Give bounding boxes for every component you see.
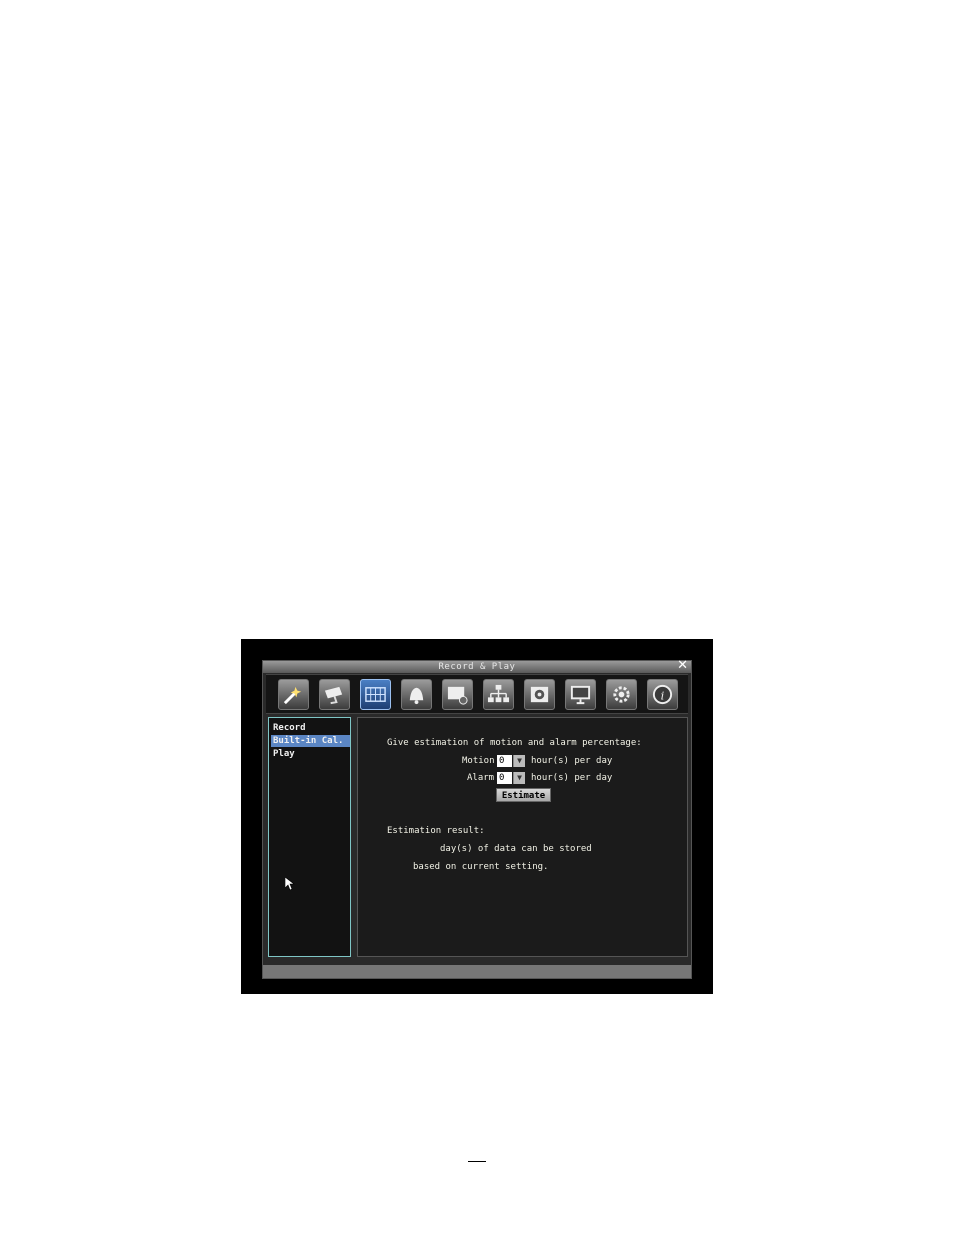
monitor-icon xyxy=(570,685,591,705)
title-bar: Record & Play ✕ xyxy=(263,659,691,673)
camera-button[interactable] xyxy=(319,679,350,710)
motion-hours-value: 0 xyxy=(497,755,512,767)
system-settings-button[interactable] xyxy=(606,679,637,710)
estimation-result-heading: Estimation result: xyxy=(387,826,485,836)
schedule-button[interactable] xyxy=(442,679,473,710)
chevron-down-icon[interactable]: ▼ xyxy=(513,772,525,784)
mouse-cursor-icon xyxy=(285,877,295,891)
sidebar-item-play[interactable]: Play xyxy=(271,748,350,760)
monitor-button[interactable] xyxy=(565,679,596,710)
storage-button[interactable] xyxy=(524,679,555,710)
quick-setup-button[interactable] xyxy=(278,679,309,710)
alarm-button[interactable] xyxy=(401,679,432,710)
network-icon xyxy=(487,684,510,703)
system-settings-icon xyxy=(613,686,630,703)
schedule-icon xyxy=(447,686,468,705)
status-bar xyxy=(263,965,691,978)
camera-icon xyxy=(324,686,343,705)
estimate-button[interactable]: Estimate xyxy=(496,788,551,802)
main-toolbar: i xyxy=(266,674,688,714)
record-play-window: Record & Play ✕ i Record Built-in Cal. P… xyxy=(262,659,692,979)
estimation-prompt: Give estimation of motion and alarm perc… xyxy=(387,738,642,748)
motion-label: Motion xyxy=(462,756,495,766)
storage-icon xyxy=(530,686,549,703)
record-play-icon xyxy=(365,687,386,702)
alarm-bell-icon xyxy=(409,687,424,705)
dvr-screen: Record & Play ✕ i Record Built-in Cal. P… xyxy=(241,639,713,994)
chevron-down-icon[interactable]: ▼ xyxy=(513,755,525,767)
alarm-hours-value: 0 xyxy=(497,772,512,784)
record-play-button[interactable] xyxy=(360,679,391,710)
info-icon: i xyxy=(652,684,673,705)
alarm-hours-select[interactable]: 0 ▼ xyxy=(497,772,525,784)
estimation-result-line2: based on current setting. xyxy=(413,862,549,872)
sidebar-menu: Record Built-in Cal. Play xyxy=(268,717,351,957)
motion-unit-text: hour(s) per day xyxy=(531,756,613,766)
page-number-underline xyxy=(468,1151,486,1162)
built-in-calculator-panel: Give estimation of motion and alarm perc… xyxy=(357,717,688,957)
estimation-result-line1: day(s) of data can be stored xyxy=(440,844,592,854)
alarm-label: Alarm xyxy=(467,773,495,783)
alarm-unit-text: hour(s) per day xyxy=(531,773,613,783)
window-title: Record & Play xyxy=(438,662,516,672)
quick-setup-icon xyxy=(283,686,302,705)
close-button[interactable]: ✕ xyxy=(677,659,688,673)
network-button[interactable] xyxy=(483,679,514,710)
sidebar-item-built-in-cal[interactable]: Built-in Cal. xyxy=(271,735,350,747)
svg-text:i: i xyxy=(661,688,665,702)
info-button[interactable]: i xyxy=(647,679,678,710)
motion-hours-select[interactable]: 0 ▼ xyxy=(497,755,525,767)
sidebar-item-record[interactable]: Record xyxy=(271,722,350,734)
